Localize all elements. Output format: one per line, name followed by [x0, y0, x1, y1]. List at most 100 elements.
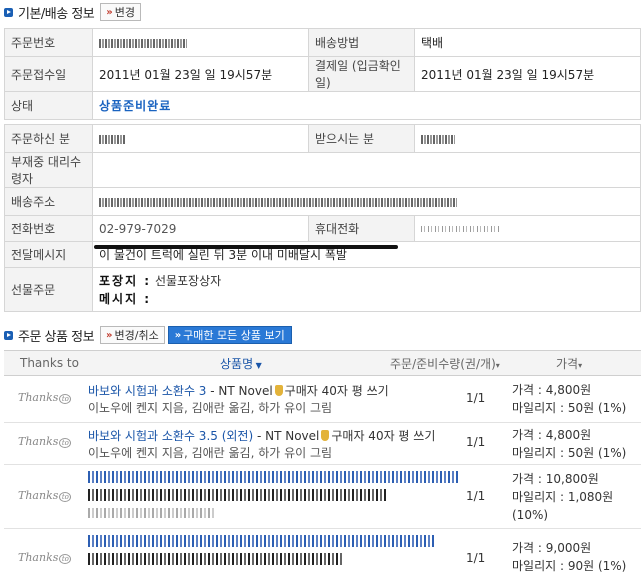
blurred-product-title[interactable]: [88, 535, 436, 547]
delivery-method-label: 배송방법: [308, 28, 415, 57]
section-header-basic-info: 기본/배송 정보 » 변경: [4, 2, 144, 22]
order-date-value: 2011년 01월 23일 일 19시57분: [92, 56, 309, 92]
quantity: 1/1: [466, 551, 486, 565]
column-thanks-to: Thanks to: [20, 356, 79, 370]
price-block: 가격 : 9,000원 마일리지 : 90원 (1%): [512, 539, 626, 573]
price-value: 가격 : 10,800원: [512, 472, 599, 486]
mileage-value: 마일리지 : 50원 (1%): [512, 401, 627, 415]
price-value: 가격 : 9,000원: [512, 541, 592, 555]
redacted-receiver-name: [421, 134, 455, 144]
section-bullet-icon: [4, 7, 13, 17]
double-chevron-icon: »: [106, 6, 113, 18]
sort-caret-icon: ▼: [253, 360, 262, 370]
section-header-order-items: 주문 상품 정보 » 변경/취소 » 구매한 모든 상품 보기: [4, 325, 292, 345]
order-number-label: 주문번호: [4, 28, 93, 57]
payment-date-label: 결제일 (입금확인일): [308, 56, 415, 92]
redacted-orderer-name: [99, 134, 125, 144]
message-label: 전달메시지: [4, 241, 93, 268]
blurred-product-author: [88, 508, 214, 518]
sort-caret-icon: ▾: [495, 360, 500, 370]
quantity: 1/1: [466, 435, 486, 449]
price-block: 가격 : 4,800원 마일리지 : 50원 (1%): [512, 381, 626, 417]
product-name: 바보와 시험과 소환수 3.5 (외전) - NT Novel 구매자 40자 평…: [88, 429, 436, 443]
phone-label: 전화번호: [4, 215, 93, 242]
mileage-value: 마일리지 : 90원 (1%): [512, 559, 627, 573]
order-info-table: 주문번호 배송방법 택배 주문접수일 2011년 01월 23일 일 19시57…: [4, 28, 641, 120]
wrap-label: 포장지 :: [99, 273, 152, 288]
sort-caret-icon: ▾: [578, 360, 583, 370]
receiver-value: [414, 124, 641, 153]
thanks-to-link[interactable]: Thanks to: [18, 489, 72, 502]
thanks-to-icon: to: [59, 492, 72, 502]
order-date-label: 주문접수일: [4, 56, 93, 92]
delivery-method-value: 택배: [414, 28, 641, 57]
price-block: 가격 : 4,800원 마일리지 : 50원 (1%): [512, 426, 626, 462]
blurred-product-subtitle: [88, 553, 342, 565]
orderer-label: 주문하신 분: [4, 124, 93, 153]
mileage-rate: (10%): [512, 508, 549, 522]
price-value: 가격 : 4,800원: [512, 383, 592, 397]
product-author: 이노우에 켄지 지음, 김애란 옮김, 하가 유이 그림: [88, 401, 333, 415]
address-label: 배송주소: [4, 187, 93, 216]
thanks-to-link[interactable]: Thanks to: [18, 391, 72, 404]
shipping-info-table: 주문하신 분 받으시는 분 부재중 대리수령자 배송주소 전화번호 02-979…: [4, 124, 641, 312]
receiver-label: 받으시는 분: [308, 124, 415, 153]
trophy-icon: [274, 385, 283, 396]
product-name: 바보와 시험과 소환수 3 - NT Novel 구매자 40자 평 쓰기: [88, 384, 389, 398]
product-author: 이노우에 켄지 지음, 김애란 옮김, 하가 유이 그림: [88, 446, 333, 460]
column-quantity[interactable]: 주문/준비수량(권/개)▾: [390, 355, 500, 372]
write-review-link[interactable]: 구매자 40자 평 쓰기: [331, 429, 435, 443]
thanks-to-icon: to: [59, 554, 72, 564]
redacted-order-number: [99, 38, 187, 48]
address-value: [92, 187, 641, 216]
redacted-address: [99, 197, 457, 207]
section-title: 기본/배송 정보: [18, 6, 95, 22]
mobile-value: [414, 215, 641, 242]
price-block: 가격 : 10,800원 마일리지 : 1,080원 (10%): [512, 470, 613, 524]
proxy-receiver-value: [92, 152, 641, 188]
status-text: 상품준비완료: [99, 99, 172, 113]
thanks-to-icon: to: [59, 394, 72, 404]
section-title: 주문 상품 정보: [18, 329, 95, 345]
table-row: Thanks to 1/1 가격 : 10,800원 마일리지 : 1,080원 …: [4, 465, 641, 529]
proxy-receiver-label: 부재중 대리수령자: [4, 152, 93, 188]
status-value: 상품준비완료: [92, 91, 641, 120]
table-row: Thanks to 바보와 시험과 소환수 3 - NT Novel 구매자 40자…: [4, 377, 641, 423]
message-underline-mark: [94, 245, 398, 249]
orderer-value: [92, 124, 309, 153]
blurred-product-subtitle: [88, 489, 388, 501]
order-number-value: [92, 28, 309, 57]
price-value: 가격 : 4,800원: [512, 428, 592, 442]
table-row: Thanks to 바보와 시험과 소환수 3.5 (외전) - NT Novel…: [4, 423, 641, 465]
wrap-value: 선물포장상자: [154, 273, 222, 288]
gift-order-value: 포장지 : 선물포장상자 메시지 :: [92, 267, 641, 312]
mobile-label: 휴대전화: [308, 215, 415, 242]
status-label: 상태: [4, 91, 93, 120]
column-product-name[interactable]: 상품명 ▼: [220, 355, 262, 372]
payment-date-value: 2011년 01월 23일 일 19시57분: [414, 56, 641, 92]
thanks-to-link[interactable]: Thanks to: [18, 551, 72, 564]
blurred-product-title[interactable]: [88, 471, 458, 483]
write-review-link[interactable]: 구매자 40자 평 쓰기: [285, 384, 389, 398]
trophy-icon: [321, 430, 330, 441]
product-title-link[interactable]: 바보와 시험과 소환수 3.5 (외전): [88, 429, 253, 443]
table-row: Thanks to 1/1 가격 : 9,000원 마일리지 : 90원 (1%): [4, 529, 641, 573]
items-grid-header: Thanks to 상품명 ▼ 주문/준비수량(권/개)▾ 가격▾: [4, 350, 641, 376]
mileage-value: 마일리지 : 1,080원: [512, 490, 614, 504]
phone-value: 02-979-7029: [92, 215, 309, 242]
view-all-purchases-button[interactable]: » 구매한 모든 상품 보기: [167, 326, 292, 344]
section-bullet-icon: [4, 330, 13, 340]
double-chevron-icon: »: [174, 329, 182, 341]
quantity: 1/1: [466, 489, 486, 503]
redacted-mobile: [421, 226, 499, 232]
change-button[interactable]: » 변경: [100, 3, 141, 21]
change-cancel-button[interactable]: » 변경/취소: [100, 326, 165, 344]
double-chevron-icon: »: [106, 329, 113, 341]
quantity: 1/1: [466, 391, 486, 405]
product-title-link[interactable]: 바보와 시험과 소환수 3: [88, 384, 206, 398]
mileage-value: 마일리지 : 50원 (1%): [512, 446, 627, 460]
column-price[interactable]: 가격▾: [556, 355, 582, 372]
gift-message-label: 메시지 :: [99, 291, 152, 306]
thanks-to-icon: to: [59, 438, 72, 448]
thanks-to-link[interactable]: Thanks to: [18, 435, 72, 448]
